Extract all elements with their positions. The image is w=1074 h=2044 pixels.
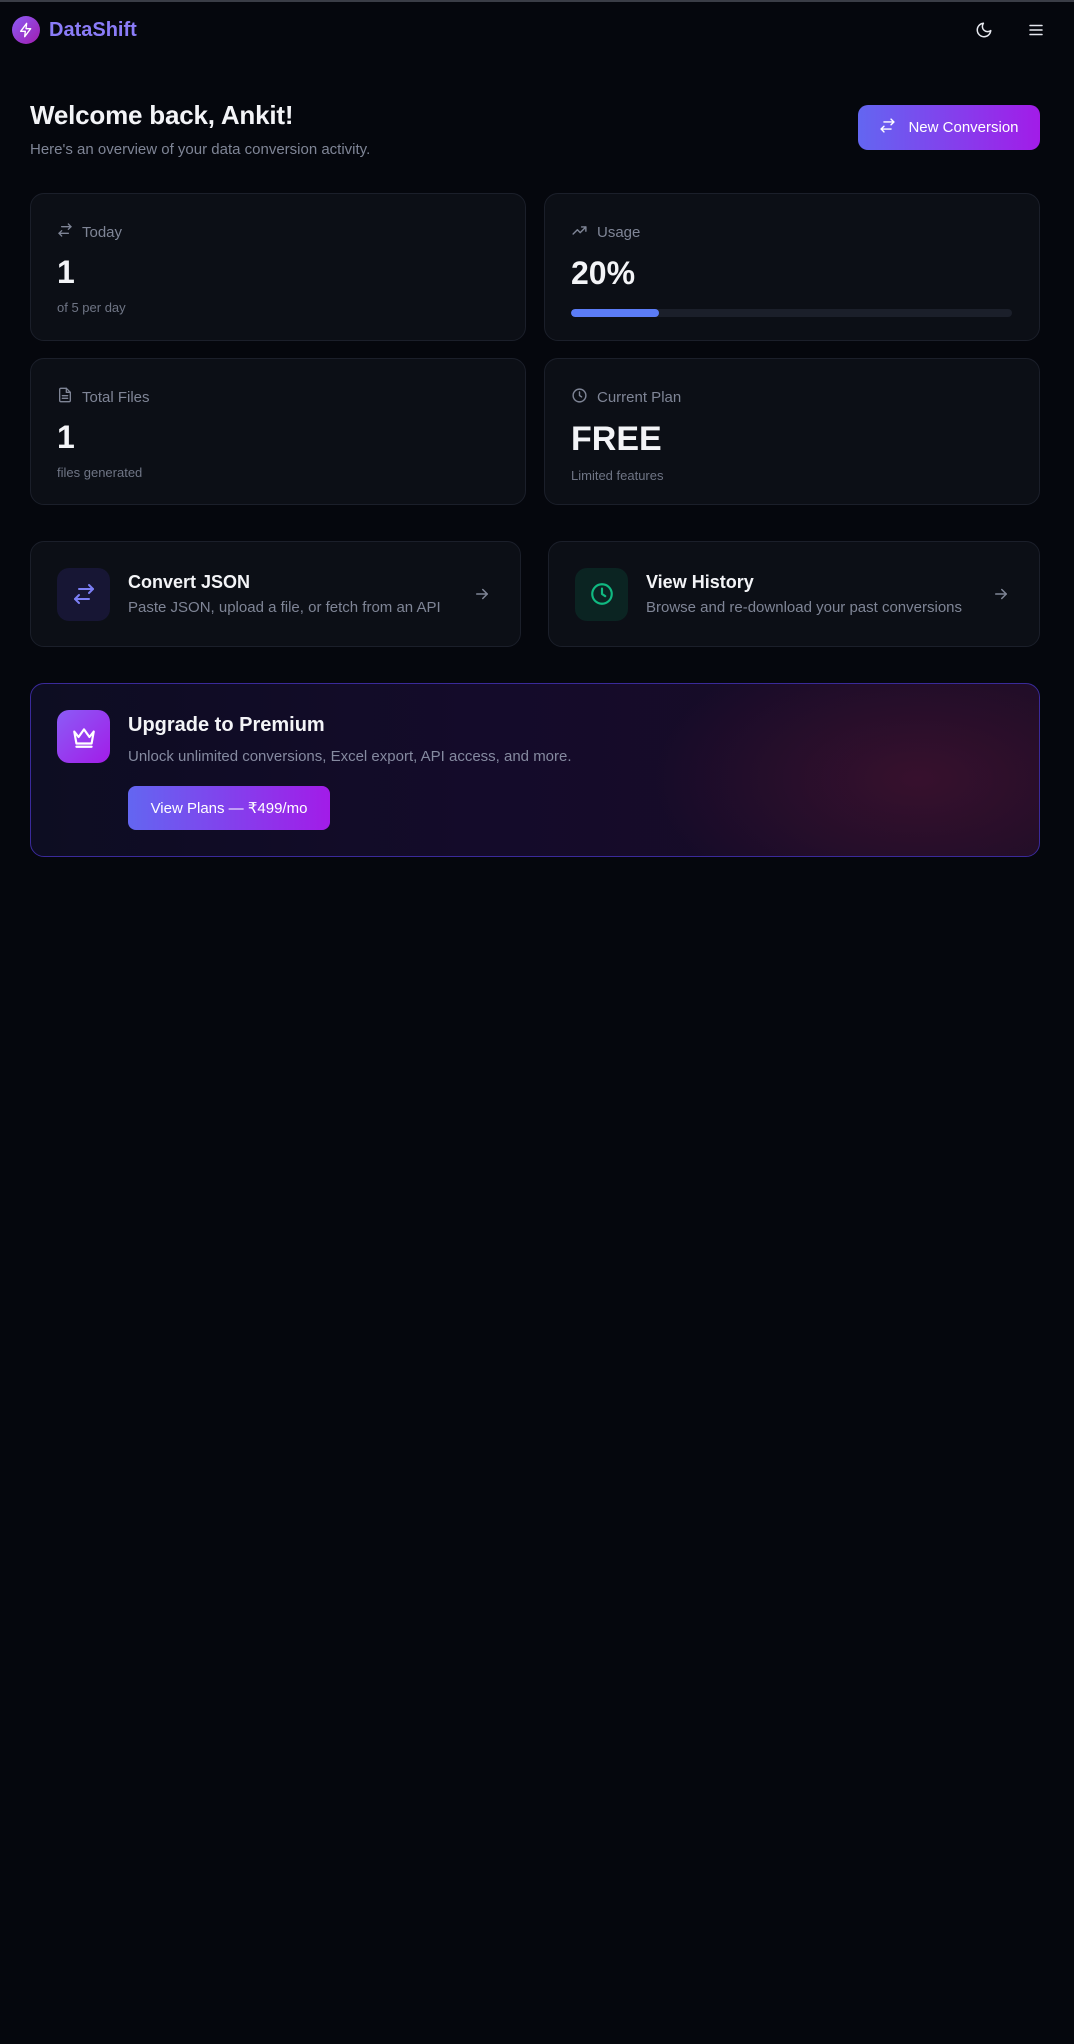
welcome-section: Welcome back, Ankit! Here's an overview … [30, 100, 370, 158]
app-header: DataShift [0, 2, 1074, 58]
usage-progress-fill [571, 309, 660, 317]
clock-icon [575, 567, 628, 621]
action-title: Convert JSON [128, 572, 251, 592]
stat-value: 1 [57, 254, 75, 290]
brand-name: DataShift [49, 18, 137, 41]
stat-value: 1 [57, 419, 75, 455]
arrow-right-icon [470, 582, 494, 606]
crown-icon [57, 710, 110, 763]
convert-json-card[interactable]: Convert JSON Paste JSON, upload a file, … [30, 541, 521, 647]
stat-label: Current Plan [597, 389, 682, 406]
stat-card-usage: Usage 20% [544, 193, 1040, 341]
stat-card-total-files: Total Files 1 files generated [30, 358, 526, 505]
page-title: Welcome back, Ankit! [30, 100, 294, 130]
stat-label: Today [82, 223, 123, 241]
arrow-right-icon [989, 582, 1013, 606]
moon-icon[interactable] [972, 18, 996, 42]
action-desc: Paste JSON, upload a file, or fetch from… [128, 599, 441, 616]
new-conversion-label: New Conversion [908, 119, 1019, 136]
view-plans-button[interactable]: View Plans — ₹499/mo [128, 786, 330, 830]
header-actions [972, 18, 1062, 42]
hamburger-menu-icon[interactable] [1024, 18, 1048, 42]
stat-label: Total Files [82, 388, 150, 406]
stat-label: Usage [597, 224, 641, 241]
stat-sub: files generated [57, 465, 143, 480]
action-desc: Browse and re-download your past convers… [646, 599, 963, 616]
stat-value: FREE [571, 420, 662, 458]
stat-value: 20% [571, 255, 636, 291]
stat-card-current-plan: Current Plan FREE Limited features [544, 358, 1040, 505]
swap-arrows-icon [879, 117, 896, 138]
brand[interactable]: DataShift [12, 16, 137, 44]
view-history-card[interactable]: View History Browse and re-download your… [548, 541, 1040, 647]
swap-arrows-icon [57, 567, 110, 621]
file-icon [57, 387, 73, 407]
page-subtitle: Here's an overview of your data conversi… [30, 141, 371, 158]
upgrade-premium-banner: Upgrade to Premium Unlock unlimited conv… [30, 683, 1040, 857]
action-title: View History [646, 572, 754, 592]
bolt-icon [12, 16, 40, 44]
trending-up-icon [571, 222, 588, 243]
premium-desc: Unlock unlimited conversions, Excel expo… [128, 748, 572, 765]
swap-arrows-icon [57, 222, 73, 242]
new-conversion-button[interactable]: New Conversion [858, 105, 1040, 150]
stat-sub: Limited features [571, 468, 664, 483]
usage-progress-bar [571, 309, 1012, 317]
premium-title: Upgrade to Premium [128, 714, 325, 736]
clock-icon [571, 387, 588, 408]
stat-card-today: Today 1 of 5 per day [30, 193, 526, 341]
stat-sub: of 5 per day [57, 300, 126, 315]
